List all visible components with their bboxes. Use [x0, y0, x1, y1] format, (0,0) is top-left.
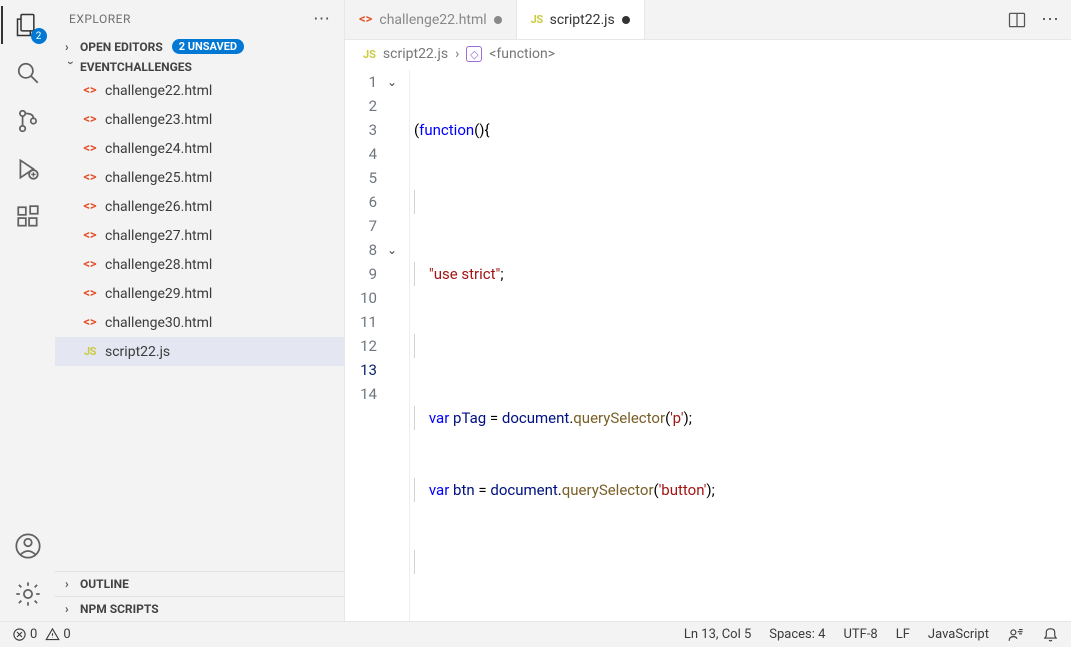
function-symbol-icon: ◇	[466, 46, 482, 62]
html-file-icon: <>	[81, 257, 99, 272]
explorer-icon[interactable]: 2	[13, 10, 43, 40]
file-name: challenge25.html	[105, 170, 212, 186]
html-file-icon: <>	[81, 141, 99, 156]
file-name: challenge29.html	[105, 286, 212, 302]
file-item[interactable]: JS script22.js	[55, 337, 344, 366]
split-editor-icon[interactable]	[1007, 10, 1027, 30]
sidebar-title: EXPLORER	[69, 12, 131, 26]
line-gutter: 1⌄ 2 3 4 5 6 7 8⌄ 9 10 11 12 13 14	[345, 70, 409, 621]
chevron-right-icon: ›	[65, 602, 77, 616]
html-file-icon: <>	[81, 228, 99, 243]
html-file-icon: <>	[359, 12, 372, 27]
eol[interactable]: LF	[896, 627, 910, 642]
errors-count[interactable]: 0	[12, 627, 37, 642]
feedback-icon[interactable]	[1007, 626, 1024, 643]
search-icon[interactable]	[13, 58, 43, 88]
chevron-right-icon: ›	[65, 40, 77, 54]
chevron-right-icon: ›	[65, 577, 77, 591]
file-item[interactable]: <> challenge26.html	[55, 192, 344, 221]
file-name: challenge22.html	[105, 83, 212, 99]
fold-icon[interactable]: ⌄	[387, 238, 397, 262]
breadcrumb[interactable]: JS script22.js › ◇ <function>	[345, 40, 1071, 68]
file-item[interactable]: <> challenge25.html	[55, 163, 344, 192]
open-editors-label: OPEN EDITORS	[80, 40, 163, 54]
html-file-icon: <>	[81, 199, 99, 214]
accounts-icon[interactable]	[13, 531, 43, 561]
open-editors-section[interactable]: › OPEN EDITORS 2 UNSAVED	[55, 35, 344, 58]
tab-script22[interactable]: JS script22.js	[517, 0, 645, 39]
file-name: script22.js	[105, 344, 170, 360]
tab-label: script22.js	[550, 12, 615, 28]
extensions-icon[interactable]	[13, 202, 43, 232]
notifications-icon[interactable]	[1042, 626, 1059, 643]
code-editor[interactable]: 1⌄ 2 3 4 5 6 7 8⌄ 9 10 11 12 13 14 (func…	[345, 68, 1071, 621]
tab-label: challenge22.html	[379, 12, 486, 28]
status-bar: 0 0 Ln 13, Col 5 Spaces: 4 UTF-8 LF Java…	[0, 621, 1071, 647]
chevron-down-icon: ›	[64, 61, 78, 73]
unsaved-badge: 2 UNSAVED	[172, 39, 244, 54]
npm-scripts-section[interactable]: › NPM SCRIPTS	[55, 596, 344, 621]
encoding[interactable]: UTF-8	[843, 627, 877, 642]
folder-name: EVENTCHALLENGES	[80, 60, 192, 74]
file-name: challenge30.html	[105, 315, 212, 331]
breadcrumb-symbol: <function>	[489, 46, 555, 62]
file-name: challenge27.html	[105, 228, 212, 244]
file-item[interactable]: <> challenge24.html	[55, 134, 344, 163]
file-item[interactable]: <> challenge22.html	[55, 76, 344, 105]
run-debug-icon[interactable]	[13, 154, 43, 184]
outline-section[interactable]: › OUTLINE	[55, 571, 344, 596]
js-file-icon: JS	[531, 13, 543, 26]
editor-area: <> challenge22.html JS script22.js ⋯ JS …	[345, 0, 1071, 621]
cursor-position[interactable]: Ln 13, Col 5	[684, 627, 751, 642]
file-name: challenge24.html	[105, 141, 212, 157]
language-mode[interactable]: JavaScript	[928, 627, 989, 642]
file-item[interactable]: <> challenge29.html	[55, 279, 344, 308]
fold-icon[interactable]: ⌄	[387, 70, 397, 94]
indentation[interactable]: Spaces: 4	[769, 627, 825, 642]
editor-more-icon[interactable]: ⋯	[1041, 9, 1059, 30]
tabs-bar: <> challenge22.html JS script22.js ⋯	[345, 0, 1071, 40]
outline-label: OUTLINE	[80, 577, 129, 591]
activity-bar: 2	[0, 0, 55, 621]
explorer-badge: 2	[31, 28, 47, 44]
code-content[interactable]: (function(){​ "use strict"; var pTag = d…	[409, 70, 1071, 621]
folder-header[interactable]: › EVENTCHALLENGES	[55, 58, 344, 76]
html-file-icon: <>	[81, 286, 99, 301]
file-item[interactable]: <> challenge28.html	[55, 250, 344, 279]
settings-gear-icon[interactable]	[13, 579, 43, 609]
breadcrumb-file: script22.js	[383, 46, 448, 62]
js-file-icon: JS	[81, 345, 99, 358]
file-name: challenge23.html	[105, 112, 212, 128]
file-item[interactable]: <> challenge30.html	[55, 308, 344, 337]
file-list: <> challenge22.html <> challenge23.html <>…	[55, 76, 344, 571]
file-item[interactable]: <> challenge27.html	[55, 221, 344, 250]
file-name: challenge28.html	[105, 257, 212, 273]
source-control-icon[interactable]	[13, 106, 43, 136]
file-name: challenge26.html	[105, 199, 212, 215]
warnings-count[interactable]: 0	[45, 627, 70, 642]
html-file-icon: <>	[81, 112, 99, 127]
dirty-dot-icon	[494, 16, 502, 24]
dirty-dot-icon	[622, 16, 630, 24]
chevron-right-icon: ›	[455, 46, 459, 62]
html-file-icon: <>	[81, 315, 99, 330]
file-item[interactable]: <> challenge23.html	[55, 105, 344, 134]
npm-label: NPM SCRIPTS	[80, 602, 159, 616]
html-file-icon: <>	[81, 170, 99, 185]
html-file-icon: <>	[81, 83, 99, 98]
tab-challenge22[interactable]: <> challenge22.html	[345, 0, 517, 39]
js-file-icon: JS	[363, 48, 376, 61]
sidebar-more-icon[interactable]: ⋯	[313, 9, 330, 29]
explorer-sidebar: EXPLORER ⋯ › OPEN EDITORS 2 UNSAVED › EV…	[55, 0, 345, 621]
